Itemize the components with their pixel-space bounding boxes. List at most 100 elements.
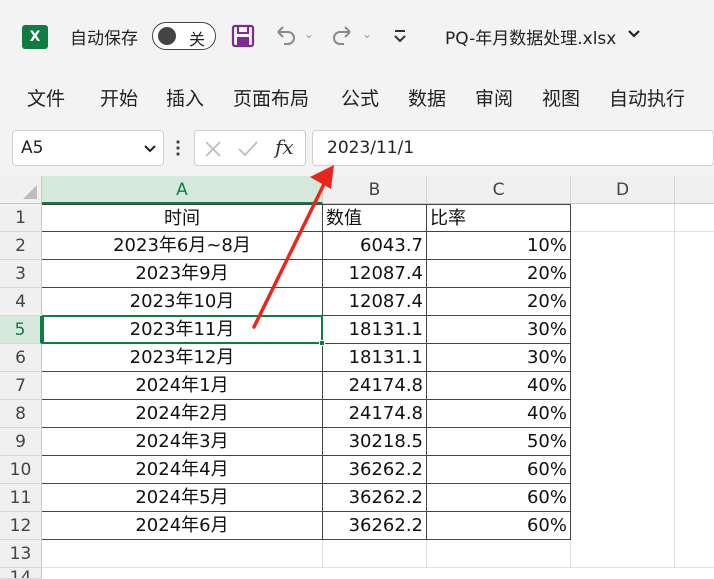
cancel-icon[interactable] [203,139,223,159]
table-row-time[interactable]: 2023年6月~8月 [42,232,323,260]
autosave-label: 自动保存 [70,29,138,49]
row-header-selected[interactable]: 5 [0,316,42,344]
empty-column-d[interactable] [571,232,675,568]
cell-c13[interactable] [427,540,571,568]
menu-view[interactable]: 视图 [542,84,580,111]
table-row-value[interactable]: 24174.8 [323,400,427,428]
column-header-d[interactable]: D [571,176,675,204]
menu-home[interactable]: 开始 [100,84,138,111]
table-row-value[interactable]: 12087.4 [323,288,427,316]
table-row-ratio[interactable]: 20% [427,288,571,316]
formula-input[interactable]: 2023/11/1 [312,130,714,166]
toggle-knob [158,27,176,45]
table-row-time[interactable]: 2023年10月 [42,288,323,316]
row-header[interactable]: 4 [0,288,42,316]
cell-e1[interactable] [675,204,714,232]
menu-insert[interactable]: 插入 [166,84,204,111]
excel-logo-icon: X [22,25,48,49]
table-row-time[interactable]: 2024年3月 [42,428,323,456]
table-row-time[interactable]: 2024年1月 [42,372,323,400]
table-row-ratio[interactable]: 60% [427,512,571,540]
select-all-button[interactable] [0,176,42,204]
undo-icon[interactable] [272,22,298,48]
row-header[interactable]: 7 [0,372,42,400]
row-header[interactable]: 3 [0,260,42,288]
fx-icon[interactable]: fx [275,135,294,159]
table-row-ratio[interactable]: 30% [427,344,571,372]
cell-a13[interactable] [42,540,323,568]
redo-dropdown-icon[interactable]: ⌄ [362,27,372,41]
row-header[interactable]: 12 [0,512,42,540]
undo-dropdown-icon[interactable]: ⌄ [304,27,314,41]
menu-data[interactable]: 数据 [408,84,446,111]
formula-actions: fx [194,130,306,166]
table-row-ratio[interactable]: 60% [427,456,571,484]
row-header[interactable]: 6 [0,344,42,372]
table-row-time[interactable]: 2024年2月 [42,400,323,428]
menu-file[interactable]: 文件 [27,84,65,111]
table-row-value[interactable]: 18131.1 [323,316,427,344]
table-row-time[interactable]: 2024年6月 [42,512,323,540]
table-row-value[interactable]: 18131.1 [323,344,427,372]
row-header[interactable]: 2 [0,232,42,260]
chevron-down-icon[interactable] [143,142,157,156]
autosave-state: 关 [189,30,206,49]
table-row-time[interactable]: 2023年9月 [42,260,323,288]
row-header[interactable]: 1 [0,204,42,232]
cell-a1[interactable]: 时间 [42,204,323,232]
menu-review[interactable]: 审阅 [475,84,513,111]
empty-column-e[interactable] [675,232,714,568]
row-header[interactable]: 8 [0,400,42,428]
worksheet-grid: A B C D 1 2 3 4 5 6 7 8 9 10 11 12 13 14… [0,176,714,579]
row-header[interactable]: 9 [0,428,42,456]
table-row-ratio[interactable]: 40% [427,400,571,428]
name-box-value: A5 [21,138,44,158]
cell-c1[interactable]: 比率 [427,204,571,232]
row-header[interactable]: 10 [0,456,42,484]
table-row-value[interactable]: 36262.2 [323,512,427,540]
row-header[interactable]: 11 [0,484,42,512]
confirm-icon[interactable] [237,139,259,159]
table-row-ratio[interactable]: 10% [427,232,571,260]
title-bar: X 自动保存 关 ⌄ ⌄ PQ-年月数据处理.xlsx [0,0,714,72]
row-header[interactable]: 14 [0,568,42,579]
row-header[interactable]: 13 [0,540,42,568]
customize-qat-icon[interactable] [392,26,408,46]
cell-d1[interactable] [571,204,675,232]
table-row-ratio[interactable]: 20% [427,260,571,288]
column-header-b[interactable]: B [323,176,427,204]
fill-handle[interactable] [319,340,325,346]
more-options-icon[interactable] [175,138,181,158]
redo-icon[interactable] [330,22,356,48]
cell-e13[interactable] [675,540,714,568]
active-cell-border [42,315,323,344]
menu-automate[interactable]: 自动执行 [609,84,685,111]
cell-d13[interactable] [571,540,675,568]
table-row-ratio[interactable]: 30% [427,316,571,344]
table-row-value[interactable]: 36262.2 [323,484,427,512]
chevron-down-icon[interactable] [626,26,642,42]
table-row-value[interactable]: 30218.5 [323,428,427,456]
column-header-e[interactable] [675,176,714,204]
table-row-ratio[interactable]: 60% [427,484,571,512]
table-row-value[interactable]: 36262.2 [323,456,427,484]
file-title[interactable]: PQ-年月数据处理.xlsx [445,24,616,49]
column-header-a[interactable]: A [42,176,323,204]
table-row-time[interactable]: 2024年4月 [42,456,323,484]
cell-b13[interactable] [323,540,427,568]
table-row-value[interactable]: 6043.7 [323,232,427,260]
table-row-time[interactable]: 2024年5月 [42,484,323,512]
autosave-toggle[interactable]: 关 [152,22,216,50]
cell-b1[interactable]: 数值 [323,204,427,232]
column-header-c[interactable]: C [427,176,571,204]
table-row-value[interactable]: 12087.4 [323,260,427,288]
table-row-value[interactable]: 24174.8 [323,372,427,400]
menu-page-layout[interactable]: 页面布局 [233,84,309,111]
ribbon-menu-bar: 文件 开始 插入 页面布局 公式 数据 审阅 视图 自动执行 [0,72,714,120]
table-row-time[interactable]: 2023年12月 [42,344,323,372]
table-row-ratio[interactable]: 40% [427,372,571,400]
table-row-ratio[interactable]: 50% [427,428,571,456]
save-icon[interactable] [231,24,255,48]
menu-formulas[interactable]: 公式 [341,84,379,111]
name-box[interactable]: A5 [12,130,164,166]
